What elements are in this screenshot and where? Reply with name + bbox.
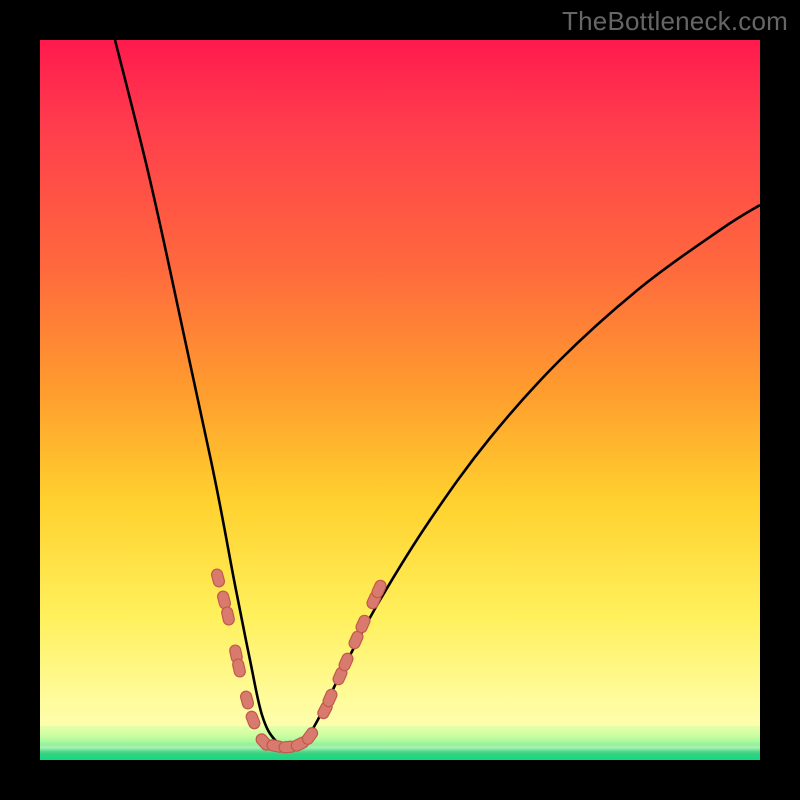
marker-point [232, 658, 247, 678]
marker-point [245, 710, 262, 731]
plot-area [40, 40, 760, 760]
curve-svg [40, 40, 760, 760]
bottleneck-curve [115, 40, 760, 747]
marker-point [221, 606, 236, 626]
chart-frame: TheBottleneck.com [0, 0, 800, 800]
marker-point [239, 690, 254, 710]
watermark-text: TheBottleneck.com [562, 6, 788, 37]
marker-point [210, 568, 225, 588]
